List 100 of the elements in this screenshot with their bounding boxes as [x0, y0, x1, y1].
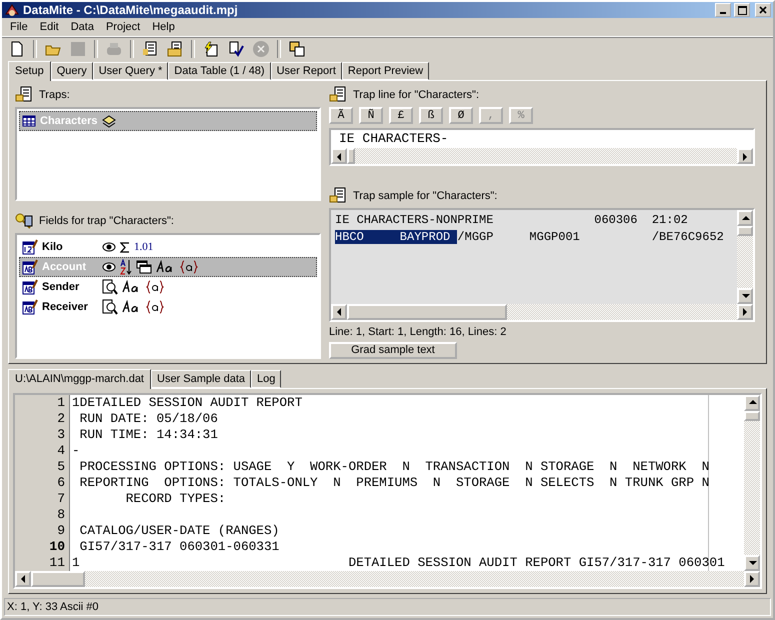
- braces-icon: [180, 260, 198, 274]
- tab[interactable]: Data Table (1 / 48): [168, 62, 271, 80]
- scrollbar-thumb[interactable]: [744, 410, 760, 421]
- scrollbar-thumb[interactable]: [347, 148, 355, 164]
- traps-label: Traps:: [39, 89, 70, 101]
- document-check-icon: [228, 41, 244, 58]
- text-field-icon: [22, 279, 38, 296]
- sample-text: IE CHARACTERS-NONPRIME 060306 21:02: [335, 213, 688, 227]
- folder-document-icon: [167, 41, 183, 58]
- vertical-scrollbar[interactable]: [744, 394, 760, 571]
- character-button[interactable]: ß: [419, 107, 443, 124]
- line-number: 6: [56, 474, 66, 491]
- scroll-button[interactable]: [737, 210, 753, 226]
- code-line: CATALOG/USER-DATE (RANGES): [78, 522, 280, 539]
- tab[interactable]: U:\ALAIN\mggp-march.dat: [8, 368, 151, 389]
- field-item[interactable]: Kilo 1.01: [19, 237, 317, 258]
- search-icon: [102, 279, 118, 296]
- cancel-icon: [252, 40, 270, 58]
- character-button[interactable]: Ã: [329, 107, 353, 124]
- field-item[interactable]: Sender: [19, 277, 317, 298]
- tab[interactable]: Log: [251, 370, 282, 388]
- sort-icon: [120, 259, 132, 276]
- tab[interactable]: Setup: [8, 61, 51, 81]
- scroll-button[interactable]: [331, 304, 347, 320]
- eye-icon: [102, 262, 116, 272]
- code-line: REPORTING OPTIONS: TOTALS-ONLY N PREMIUMS N STORAGE N SELECTS N TRUNK GRP N: [78, 474, 710, 491]
- scrollbar-thumb[interactable]: [31, 570, 85, 587]
- code-line: GI57/317-317 060301-060331: [78, 538, 280, 555]
- copy-icon: [289, 41, 305, 58]
- tab[interactable]: Report Preview: [342, 62, 430, 80]
- vertical-scrollbar[interactable]: [737, 210, 753, 304]
- scrollbar-thumb[interactable]: [737, 226, 753, 236]
- code-line: 1 DETAILED SESSION AUDIT REPORT GI57/317-317 060301: [72, 554, 726, 571]
- menu-item[interactable]: Data: [64, 21, 100, 34]
- field-item[interactable]: Receiver: [19, 297, 317, 318]
- trap-line-label: Trap line for "Characters":: [353, 89, 480, 101]
- character-button[interactable]: Ñ: [359, 107, 383, 124]
- close-button[interactable]: [755, 3, 771, 18]
- menu-item[interactable]: Edit: [34, 21, 65, 34]
- grab-sample-button[interactable]: Grad sample text: [329, 342, 457, 359]
- close-icon: [759, 6, 767, 14]
- app-icon: [4, 2, 20, 18]
- horizontal-scrollbar[interactable]: [331, 304, 753, 320]
- text-field-icon: [22, 299, 38, 316]
- menu-item[interactable]: Help: [146, 21, 181, 34]
- status-bar: X: 1, Y: 33 Ascii #0: [4, 598, 771, 616]
- sigma-icon: [120, 242, 130, 253]
- document-icon: [329, 187, 347, 205]
- fields-list[interactable]: Kilo 1.01 Account Sender Receiver: [15, 233, 321, 359]
- maximize-icon: [738, 6, 746, 15]
- line-number: 10: [48, 538, 66, 555]
- trap-sample-box[interactable]: IE CHARACTERS-NONPRIME 060306 21:02 HBCO BAYPROD /MGGP MGGP001 /BE76C9652: [329, 208, 755, 322]
- scroll-button[interactable]: [15, 570, 31, 587]
- minimize-button[interactable]: [715, 3, 731, 18]
- tab[interactable]: User Query *: [92, 62, 168, 80]
- trap-line-field[interactable]: IE CHARACTERS-: [329, 128, 755, 166]
- down-arrow-icon: [748, 558, 756, 568]
- maximize-button[interactable]: [734, 3, 750, 18]
- horizontal-scrollbar[interactable]: [15, 570, 760, 587]
- tab[interactable]: Query: [50, 62, 93, 80]
- left-arrow-icon: [334, 152, 344, 160]
- scroll-button[interactable]: [744, 570, 760, 587]
- scroll-button[interactable]: [737, 288, 753, 304]
- menu-item[interactable]: Project: [100, 21, 146, 34]
- scroll-button[interactable]: [744, 554, 760, 571]
- code-line: -: [72, 442, 81, 459]
- braces-icon: [146, 280, 164, 294]
- scrollbar-thumb[interactable]: [347, 304, 507, 320]
- character-button[interactable]: Ø: [449, 107, 473, 124]
- braces-icon: [146, 300, 164, 314]
- printer-icon: [106, 41, 122, 58]
- scroll-button[interactable]: [737, 304, 753, 320]
- character-button[interactable]: £: [389, 107, 413, 124]
- up-arrow-icon: [740, 214, 750, 222]
- scroll-button[interactable]: [331, 148, 347, 164]
- document-icon: [329, 86, 347, 104]
- stacked-pages-icon: [101, 114, 118, 128]
- line-number: 7: [56, 490, 66, 507]
- code-line: RUN DATE: 05/18/06: [78, 410, 219, 427]
- text-field-icon: [22, 259, 38, 276]
- horizontal-scrollbar[interactable]: [331, 148, 753, 164]
- sample-text: /MGGP MGGP001 /BE76C9652: [457, 230, 724, 244]
- stacked-windows-icon: [136, 260, 152, 274]
- search-icon: [102, 299, 118, 316]
- left-arrow-icon: [18, 574, 28, 584]
- tab[interactable]: User Report: [270, 62, 342, 80]
- fields-label: Fields for trap "Characters":: [39, 215, 174, 228]
- eye-icon: [102, 242, 116, 252]
- menu-item[interactable]: File: [4, 21, 34, 34]
- new-document-icon: [9, 41, 25, 58]
- sample-text: HBCO BAYPROD: [335, 230, 458, 244]
- line-number: 4: [56, 442, 66, 459]
- format-label: 1.01: [134, 241, 154, 254]
- scroll-button[interactable]: [744, 394, 760, 411]
- line-number: 9: [56, 522, 66, 539]
- document-icon: [142, 41, 158, 58]
- right-arrow-icon: [740, 152, 750, 160]
- tab[interactable]: User Sample data: [151, 370, 252, 388]
- scroll-button[interactable]: [737, 148, 753, 164]
- down-arrow-icon: [740, 291, 750, 300]
